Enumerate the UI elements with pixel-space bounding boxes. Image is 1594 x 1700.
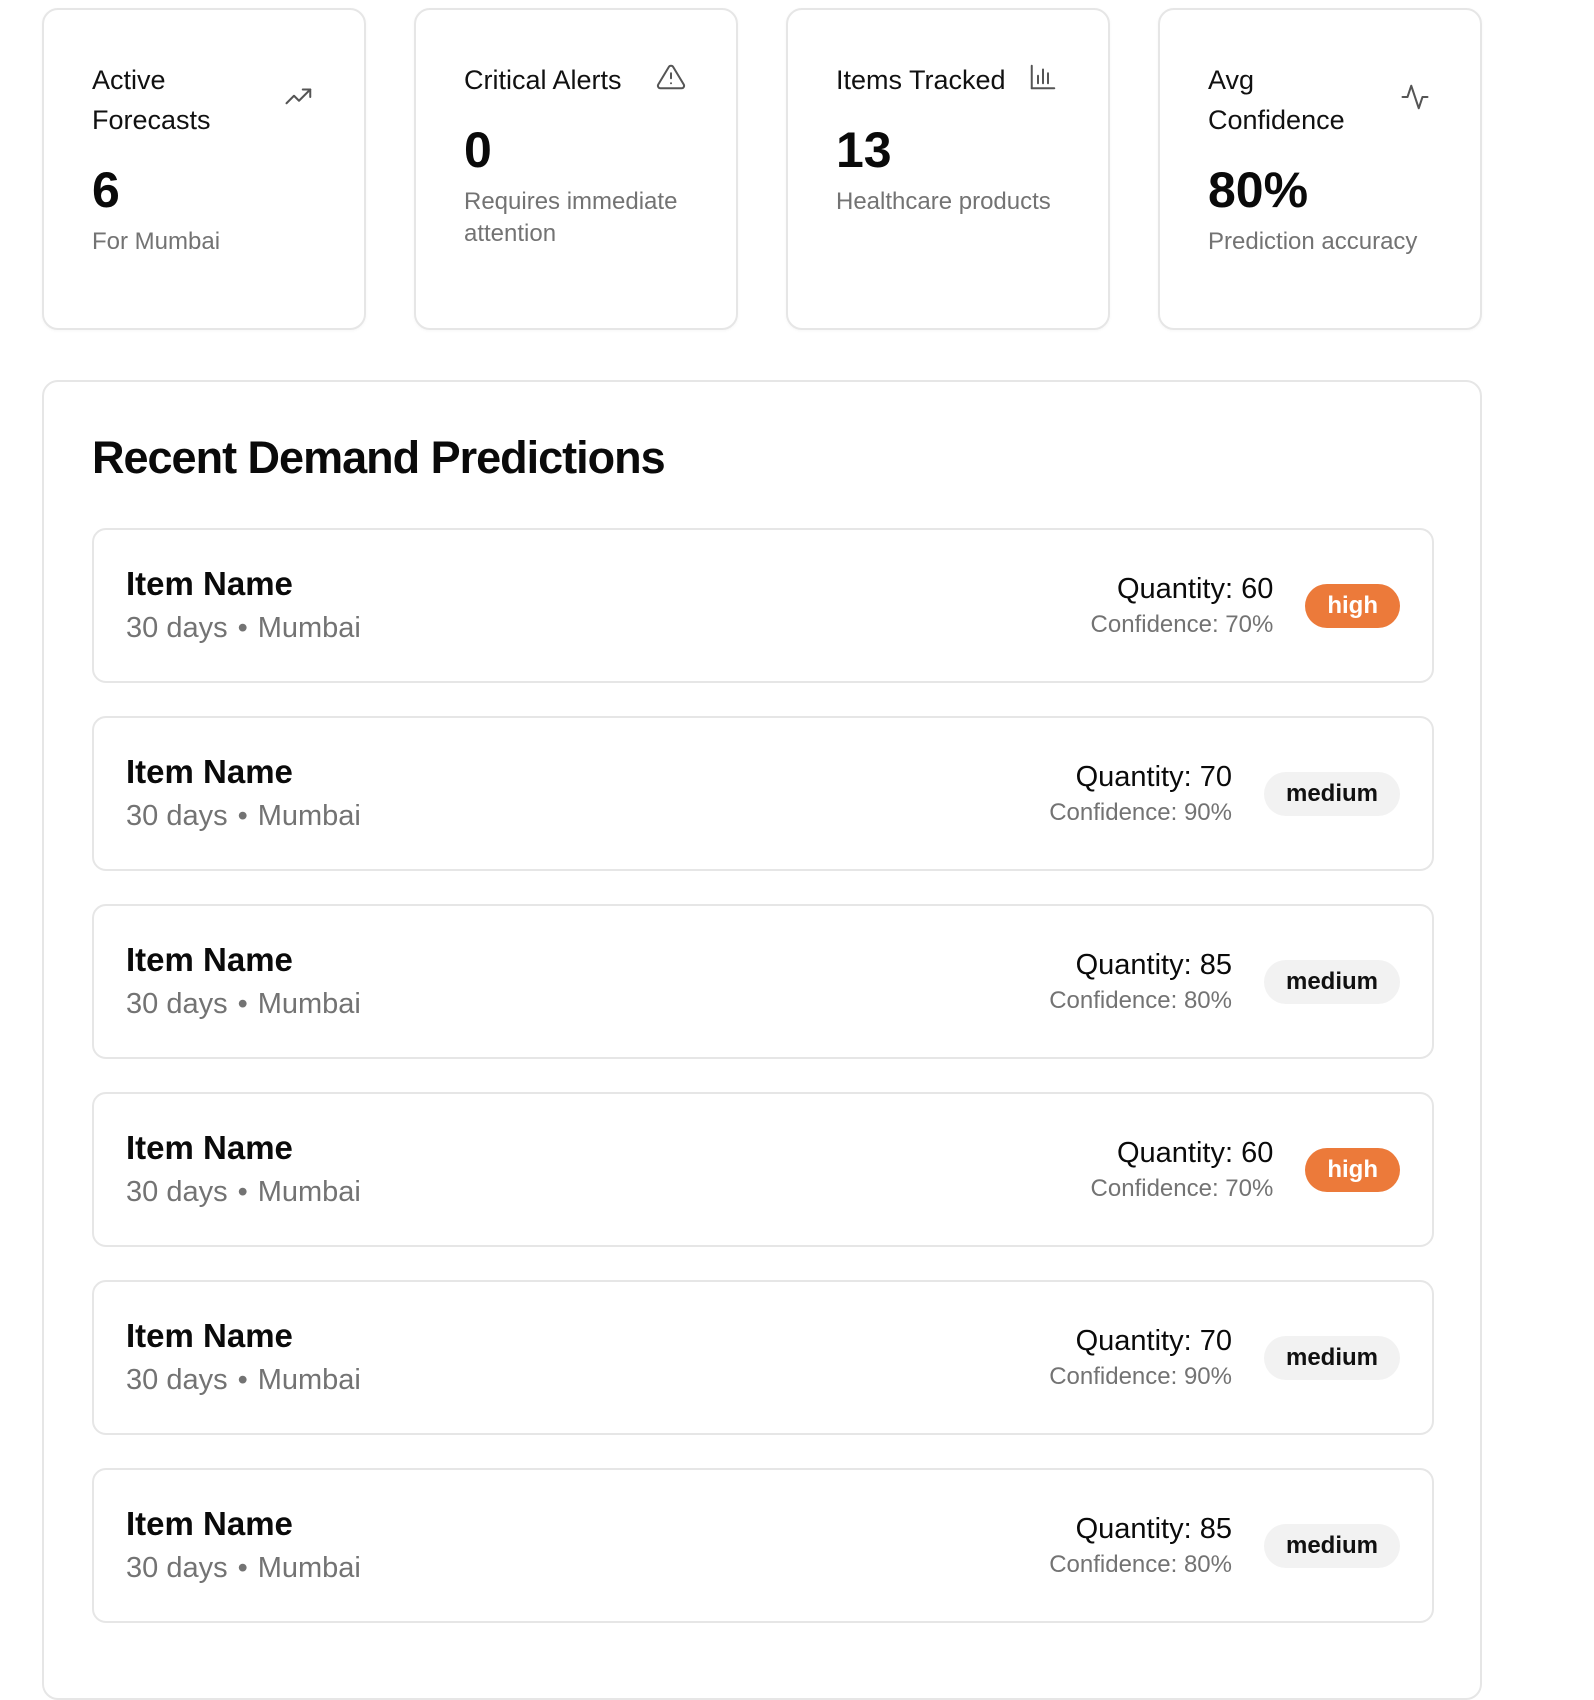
confidence: Confidence: 90% — [1049, 798, 1232, 826]
quantity: Quantity: 70 — [1075, 1324, 1232, 1357]
panel-title: Recent Demand Predictions — [92, 432, 666, 483]
prediction-row[interactable]: Item Name 30 days • Mumbai Quantity: 70 Co… — [92, 1280, 1434, 1435]
period: 30 days — [126, 799, 228, 832]
stat-subtitle: For Mumbai — [92, 228, 221, 255]
priority-badge: high — [1305, 583, 1400, 628]
priority-badge: medium — [1263, 771, 1400, 816]
location: Mumbai — [257, 1551, 361, 1584]
confidence: Confidence: 70% — [1090, 610, 1274, 638]
confidence: Confidence: 70% — [1090, 1174, 1274, 1202]
stats-row: Active Forecasts 6 For Mumbai Critical A… — [42, 8, 1482, 330]
stat-value: 80% — [1208, 162, 1309, 218]
stat-value: 0 — [464, 122, 492, 178]
period: 30 days — [126, 1551, 228, 1584]
separator-dot: • — [237, 987, 248, 1020]
location: Mumbai — [257, 1363, 361, 1396]
item-name: Item Name — [126, 1128, 293, 1166]
item-meta: 30 days • Mumbai — [126, 794, 361, 838]
stat-subtitle: Requires immediate attention — [464, 188, 678, 247]
item-meta: 30 days • Mumbai — [126, 982, 361, 1026]
priority-badge: medium — [1263, 959, 1400, 1004]
period: 30 days — [126, 1363, 228, 1396]
item-meta: 30 days • Mumbai — [126, 1170, 361, 1214]
item-meta: 30 days • Mumbai — [126, 606, 361, 650]
stat-card-active-forecasts: Active Forecasts 6 For Mumbai — [42, 8, 366, 330]
confidence: Confidence: 80% — [1049, 1550, 1232, 1578]
item-meta: 30 days • Mumbai — [126, 1358, 361, 1402]
activity-icon — [1398, 80, 1432, 114]
stat-card-avg-confidence: Avg Confidence 80% Prediction accuracy — [1158, 8, 1482, 330]
location: Mumbai — [257, 987, 361, 1020]
confidence: Confidence: 80% — [1049, 986, 1232, 1014]
stat-value: 6 — [92, 162, 120, 218]
period: 30 days — [126, 611, 228, 644]
recent-predictions-panel: Recent Demand Predictions Item Name 30 d… — [42, 380, 1482, 1700]
period: 30 days — [126, 1175, 228, 1208]
item-name: Item Name — [126, 564, 293, 602]
trending-up-icon — [282, 80, 316, 114]
bar-chart-icon — [1026, 60, 1060, 94]
stat-title: Critical Alerts — [464, 65, 622, 95]
stat-title: Avg Confidence — [1208, 65, 1345, 135]
quantity: Quantity: 60 — [1116, 572, 1274, 605]
quantity: Quantity: 70 — [1075, 760, 1232, 793]
prediction-row[interactable]: Item Name 30 days • Mumbai Quantity: 85 Co… — [92, 904, 1434, 1059]
period: 30 days — [126, 987, 228, 1020]
alert-triangle-icon — [654, 60, 688, 94]
location: Mumbai — [257, 611, 361, 644]
stat-card-items-tracked: Items Tracked 13 Healthcare products — [786, 8, 1110, 330]
priority-badge: medium — [1263, 1335, 1400, 1380]
stat-title: Active Forecasts — [92, 65, 211, 135]
priority-badge: high — [1305, 1147, 1400, 1192]
item-name: Item Name — [126, 940, 293, 978]
separator-dot: • — [237, 1551, 248, 1584]
location: Mumbai — [257, 799, 361, 832]
quantity: Quantity: 85 — [1075, 1512, 1232, 1545]
item-name: Item Name — [126, 1504, 293, 1542]
stat-subtitle: Prediction accuracy — [1208, 228, 1418, 255]
quantity: Quantity: 85 — [1075, 948, 1232, 981]
item-name: Item Name — [126, 752, 293, 790]
prediction-row[interactable]: Item Name 30 days • Mumbai Quantity: 60 Co… — [92, 1092, 1434, 1247]
predictions-list: Item Name 30 days • Mumbai Quantity: 60 Co… — [92, 528, 1434, 1623]
prediction-row[interactable]: Item Name 30 days • Mumbai Quantity: 85 Co… — [92, 1468, 1434, 1623]
priority-badge: medium — [1263, 1523, 1400, 1568]
separator-dot: • — [237, 611, 248, 644]
stat-value: 13 — [836, 122, 892, 178]
prediction-row[interactable]: Item Name 30 days • Mumbai Quantity: 60 Co… — [92, 528, 1434, 683]
item-name: Item Name — [126, 1316, 293, 1354]
quantity: Quantity: 60 — [1116, 1136, 1274, 1169]
separator-dot: • — [237, 799, 248, 832]
stat-card-critical-alerts: Critical Alerts 0 Requires immediate att… — [414, 8, 738, 330]
confidence: Confidence: 90% — [1049, 1362, 1232, 1390]
separator-dot: • — [237, 1363, 248, 1396]
stat-subtitle: Healthcare products — [836, 188, 1051, 215]
item-meta: 30 days • Mumbai — [126, 1546, 361, 1590]
prediction-row[interactable]: Item Name 30 days • Mumbai Quantity: 70 Co… — [92, 716, 1434, 871]
separator-dot: • — [237, 1175, 248, 1208]
stat-title: Items Tracked — [836, 65, 1006, 95]
location: Mumbai — [257, 1175, 361, 1208]
